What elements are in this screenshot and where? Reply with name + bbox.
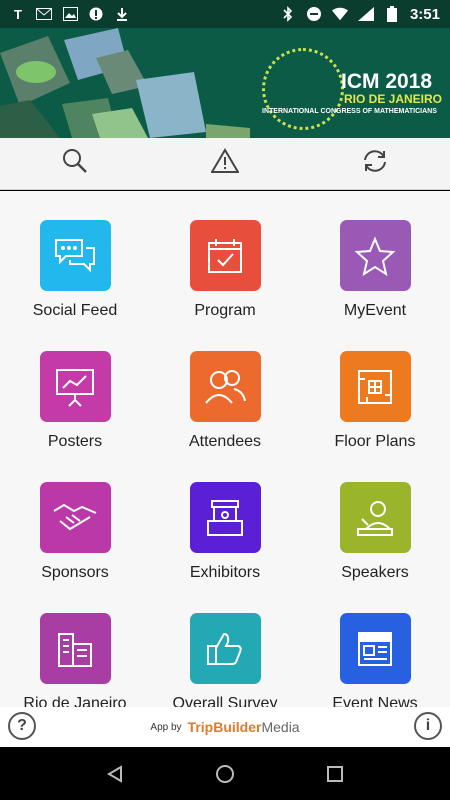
star-icon [339,220,411,291]
tile-overall-survey[interactable]: Overall Survey [150,613,300,707]
toolbar [0,138,450,190]
brand-logo: TripBuilderMedia [188,719,300,735]
tile-attendees[interactable]: Attendees [150,351,300,460]
dnd-icon [306,6,322,22]
tile-label: Posters [47,433,103,450]
image-icon [62,6,78,22]
brand-name-a: TripBuilder [187,719,262,735]
clock: 3:51 [409,5,440,23]
banner-tagline: INTERNATIONAL CONGRESS OF MATHEMATICIANS [262,108,437,115]
tile-label: Exhibitors [189,564,261,581]
tile-rio-de-janeiro[interactable]: Rio de Janeiro [0,613,150,707]
news-icon [339,613,411,684]
calendar-check-icon [189,220,261,291]
tile-label: Overall Survey [172,695,278,707]
floorplan-icon [339,351,411,422]
thumbs-up-icon [189,613,261,684]
help-button[interactable]: ? [8,712,36,740]
tile-exhibitors[interactable]: Exhibitors [150,482,300,591]
search-icon [62,148,88,179]
icm-logo-mark [262,48,344,130]
presentation-icon [39,351,111,422]
tile-label: MyEvent [343,302,407,319]
event-banner: ICM 2018 RIO DE JANEIRO INTERNATIONAL CO… [0,28,450,138]
people-icon [189,351,261,422]
tile-label: Social Feed [32,302,118,319]
sync-icon [360,148,390,179]
sync-button[interactable] [300,138,450,189]
tile-label: Program [194,302,256,319]
back-icon [107,764,122,783]
signal-icon [357,6,374,22]
recents-icon [327,765,343,782]
banner-title: ICM 2018 [341,70,433,93]
tile-label: Floor Plans [334,433,416,450]
info-button[interactable]: i [414,712,442,740]
gmail-icon [36,6,52,22]
home-icon [216,764,234,783]
bluetooth-icon [280,6,296,22]
tile-social-feed[interactable]: Social Feed [0,220,150,329]
recents-button[interactable] [315,754,355,794]
booth-icon [189,482,261,553]
alert-icon [210,148,240,179]
tile-label: Sponsors [41,564,109,581]
wifi-icon [331,6,348,22]
brand-name-b: Media [261,719,300,735]
tile-program[interactable]: Program [150,220,300,329]
system-nav-bar [0,747,450,800]
menu-grid: Social Feed Program MyEvent Posters Atte [0,220,450,707]
tile-label: Speakers [341,564,409,581]
battery-icon [384,6,400,22]
alert-icon [88,6,104,22]
footer: ? App by TripBuilderMedia i [0,707,450,747]
home-button[interactable] [205,754,245,794]
tile-sponsors[interactable]: Sponsors [0,482,150,591]
t-icon: T [14,6,22,22]
menu-grid-container: Social Feed Program MyEvent Posters Atte [0,191,450,707]
speaker-icon [339,482,411,553]
tile-label: Event News [332,695,418,707]
tile-label: Attendees [188,433,262,450]
tile-posters[interactable]: Posters [0,351,150,460]
city-icon [39,613,111,684]
search-button[interactable] [0,138,150,189]
download-icon [114,6,130,22]
chat-icon [39,220,111,291]
back-button[interactable] [95,754,135,794]
tile-floor-plans[interactable]: Floor Plans [300,351,450,460]
banner-subtitle: RIO DE JANEIRO [344,92,443,106]
tile-event-news[interactable]: Event News [300,613,450,707]
tile-myevent[interactable]: MyEvent [300,220,450,329]
handshake-icon [39,482,111,553]
alerts-button[interactable] [150,138,300,189]
photo-collage [0,28,250,138]
app-by-label: App by [150,721,182,733]
tile-speakers[interactable]: Speakers [300,482,450,591]
tile-label: Rio de Janeiro [23,695,127,707]
status-bar: T 3:51 [0,0,450,28]
